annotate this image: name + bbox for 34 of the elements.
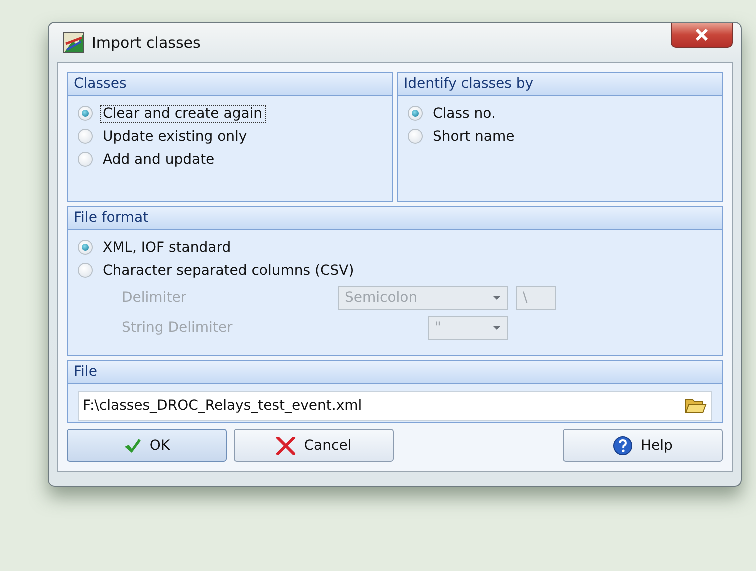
field-label: String Delimiter [122,320,234,336]
radio-label: Add and update [102,150,216,168]
field-label: Delimiter [122,290,188,306]
panel-header: Identify classes by [398,73,722,96]
radio-label: XML, IOF standard [102,238,232,257]
close-icon [695,29,709,41]
caret-icon [493,296,501,300]
window-title: Import classes [92,34,201,52]
close-button[interactable] [671,23,733,48]
radio-button[interactable] [78,106,93,121]
radio-button[interactable] [78,129,93,144]
app-icon [63,32,85,54]
radio-button[interactable] [408,129,423,144]
caret-icon [493,326,501,330]
radio-button[interactable] [78,152,93,167]
help-icon [613,436,634,456]
checkmark-icon [124,438,142,454]
panel-header: Classes [68,73,392,96]
radio-button[interactable] [78,240,93,256]
file-path-field[interactable]: F:\classes_DROC_Relays_test_event.xml [78,391,712,421]
radio-label: Clear and create again [100,104,266,122]
radio-button[interactable] [408,106,423,121]
panel-header: File [68,361,722,384]
radio-label: Character separated columns (CSV) [102,262,356,280]
ok-button[interactable]: OK [67,429,227,462]
radio-button[interactable] [78,263,93,278]
help-button[interactable]: Help [563,429,723,462]
folder-icon[interactable] [685,397,707,415]
panel-header: File format [68,207,722,230]
radio-label: Update existing only [102,128,248,146]
close-icon [276,436,296,454]
cancel-button[interactable]: Cancel [234,429,394,462]
radio-label: Short name [432,128,516,146]
radio-label: Class no. [432,104,497,122]
